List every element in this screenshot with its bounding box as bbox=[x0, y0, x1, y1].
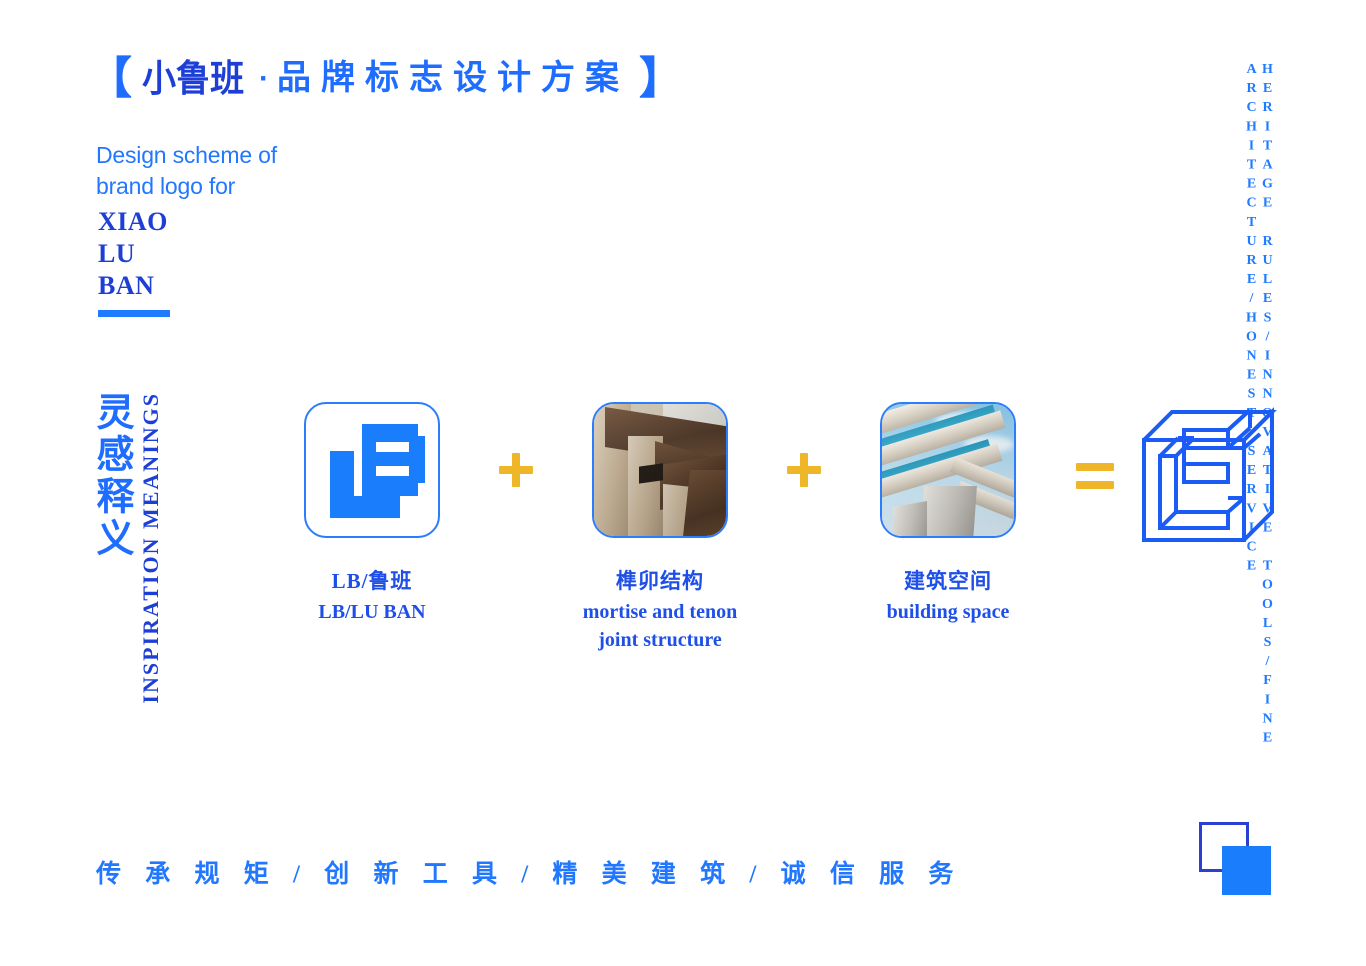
caption-lb-en: LB/LU BAN bbox=[318, 601, 426, 623]
caption-lb: LB/鲁班 LB/LU BAN bbox=[262, 568, 482, 626]
caption-building-cn: 建筑空间 bbox=[904, 569, 992, 593]
title-underline-rule bbox=[98, 310, 170, 317]
brand-en-lu: LU bbox=[98, 239, 136, 268]
inspiration-formula: LB/鲁班 LB/LU BAN 榫卯结构 mortise and tenon j… bbox=[262, 402, 1282, 654]
decoration-square-filled bbox=[1222, 846, 1271, 895]
caption-mortise-en-2: joint structure bbox=[598, 629, 722, 651]
title-brand-cn: 小鲁班 bbox=[142, 57, 245, 100]
formula-item-lb: LB/鲁班 LB/LU BAN bbox=[262, 402, 482, 626]
page-title: 【 小鲁班 · 品牌标志设计方案 】 bbox=[88, 57, 683, 101]
brand-name-english-stack: XIAO LU BAN bbox=[98, 206, 168, 302]
brand-en-ban: BAN bbox=[98, 271, 155, 300]
caption-lb-cn: LB/鲁班 bbox=[331, 569, 413, 593]
formula-item-mortise: 榫卯结构 mortise and tenon joint structure bbox=[550, 402, 770, 654]
presentation-slide: 【 小鲁班 · 品牌标志设计方案 】 Design scheme of bran… bbox=[0, 0, 1366, 966]
title-separator-dot: · bbox=[259, 62, 269, 95]
subtitle-english: Design scheme of brand logo for bbox=[96, 140, 277, 202]
mortise-tenon-photo-card bbox=[592, 402, 728, 538]
lb-monogram-icon bbox=[330, 424, 425, 518]
plus-icon-2 bbox=[787, 453, 821, 487]
subtitle-line-1: Design scheme of bbox=[96, 142, 277, 168]
operator-equals bbox=[1058, 450, 1132, 496]
operator-plus-2 bbox=[770, 448, 838, 494]
isometric-cube-logo-icon bbox=[1142, 407, 1277, 542]
caption-mortise-cn: 榫卯结构 bbox=[616, 569, 704, 593]
building-space-photo bbox=[882, 404, 1014, 536]
caption-building: 建筑空间 building space bbox=[838, 568, 1058, 626]
section-label-en: INSPIRATION MEANINGS bbox=[138, 392, 163, 704]
bracket-left-icon: 【 bbox=[88, 54, 132, 103]
brand-en-xiao: XIAO bbox=[98, 207, 168, 236]
building-space-photo-card bbox=[880, 402, 1016, 538]
plus-icon-1 bbox=[499, 453, 533, 487]
formula-item-building: 建筑空间 building space bbox=[838, 402, 1058, 626]
footer-slogan: 传 承 规 矩 / 创 新 工 具 / 精 美 建 筑 / 诚 信 服 务 bbox=[96, 861, 963, 888]
bracket-right-icon: 】 bbox=[639, 54, 683, 103]
section-label-cn: 灵感释义 bbox=[90, 392, 132, 560]
caption-mortise-en-1: mortise and tenon bbox=[582, 601, 738, 623]
equals-icon bbox=[1076, 463, 1114, 489]
operator-plus-1 bbox=[482, 448, 550, 494]
lb-monogram-logo-card bbox=[304, 402, 440, 538]
caption-building-en: building space bbox=[886, 601, 1010, 623]
caption-mortise: 榫卯结构 mortise and tenon joint structure bbox=[550, 568, 770, 654]
mortise-tenon-photo bbox=[594, 404, 726, 536]
subtitle-line-2: brand logo for bbox=[96, 173, 236, 199]
title-rest-cn: 品牌标志设计方案 bbox=[277, 60, 629, 97]
formula-result-cube bbox=[1132, 402, 1282, 552]
